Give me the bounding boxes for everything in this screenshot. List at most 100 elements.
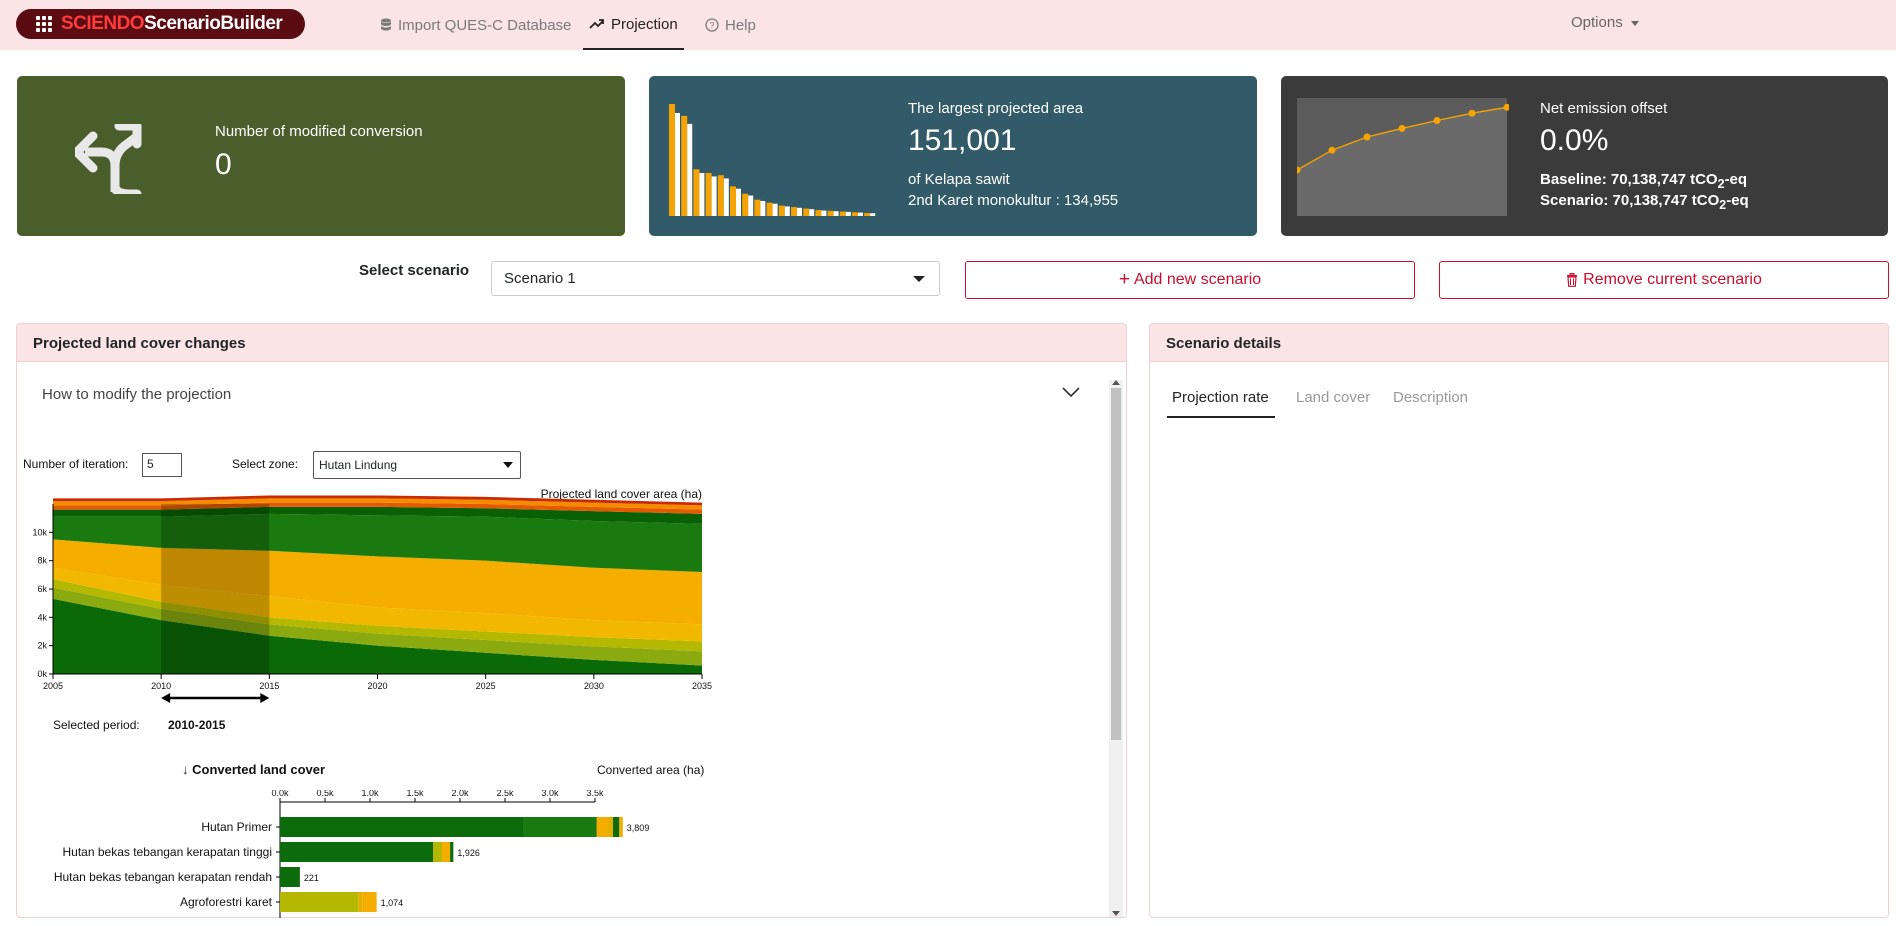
- split-arrow-icon: [75, 124, 142, 194]
- mini-bar: [833, 211, 839, 216]
- tab-land-cover[interactable]: Land cover: [1296, 389, 1370, 406]
- largest-area-label: The largest projected area: [908, 100, 1084, 117]
- bar-category-label: Hutan bekas tebangan kerapatan rendah: [54, 870, 272, 884]
- nav-import-label: Import QUES-C Database: [398, 16, 572, 34]
- tab-projection-rate[interactable]: Projection rate: [1172, 389, 1269, 406]
- how-to-modify-accordion[interactable]: How to modify the projection: [42, 386, 231, 403]
- converted-area-chart[interactable]: 0.0k 0.5k 1.0k 1.5k 2.0k 2.5k 3.0k 3.5k Hutan P…: [20, 790, 700, 918]
- area-x-tick-label: 2015: [259, 681, 279, 691]
- converted-area-title: Converted area (ha): [597, 763, 705, 777]
- projected-landcover-title: Projected land cover changes: [17, 324, 1126, 362]
- remove-scenario-button[interactable]: Remove current scenario: [1439, 261, 1889, 299]
- bar-x-tick-label: 3.0k: [541, 790, 559, 798]
- net-emission-label: Net emission offset: [1540, 100, 1668, 117]
- add-scenario-button[interactable]: + Add new scenario: [965, 261, 1415, 299]
- mini-bar: [845, 211, 851, 216]
- question-circle-icon: ?: [705, 18, 719, 32]
- mini-bar: [797, 207, 802, 216]
- area-x-tick-label: 2030: [584, 681, 604, 691]
- mini-bar: [791, 207, 797, 216]
- bar-category-label: Agroforestri karet: [180, 895, 273, 909]
- mini-bar: [711, 176, 717, 216]
- eq-suffix: -eq: [1726, 192, 1749, 209]
- period-handle-left: [161, 693, 171, 703]
- database-icon: [381, 18, 391, 31]
- bar-x-tick-label: 0.0k: [271, 790, 289, 798]
- scenario-selected-value: Scenario 1: [504, 270, 576, 287]
- bar-total-label: 1,926: [457, 848, 480, 858]
- scenario-select[interactable]: Scenario 1: [491, 261, 940, 296]
- mini-bar: [772, 203, 778, 216]
- tab-description[interactable]: Description: [1393, 389, 1468, 406]
- trending-up-icon: [589, 19, 604, 29]
- bar-segment: [358, 892, 363, 912]
- mini-bar: [730, 186, 736, 216]
- area-x-tick-label: 2020: [367, 681, 387, 691]
- bar-segment: [442, 842, 451, 862]
- bar-total-label: 3,809: [627, 823, 650, 833]
- nav-help[interactable]: ? Help: [705, 0, 756, 50]
- area-y-tick-label: 10k: [32, 527, 47, 537]
- eq-suffix: -eq: [1724, 171, 1748, 188]
- bar-segment: [450, 842, 454, 862]
- area-x-tick-label: 2025: [476, 681, 496, 691]
- card-modified-conversion: Number of modified conversion 0: [17, 76, 625, 236]
- brand-name-part2: ScenarioBuilder: [144, 13, 283, 34]
- largest-area-mini-chart: [669, 104, 876, 216]
- panel-scrollbar[interactable]: [1109, 380, 1123, 917]
- options-dropdown[interactable]: Options: [1571, 14, 1639, 31]
- mini-line-point: [1328, 146, 1336, 154]
- mini-bar: [827, 210, 834, 216]
- scrollbar-thumb[interactable]: [1111, 388, 1121, 740]
- brand-name-part1: SCIENDO: [61, 13, 145, 34]
- mini-bar: [687, 123, 693, 216]
- scenario-details-panel: Scenario details: [1149, 323, 1889, 918]
- bar-segment: [362, 892, 377, 912]
- mini-line-point: [1363, 133, 1371, 141]
- nav-import-database[interactable]: Import QUES-C Database: [380, 0, 571, 50]
- bar-segment: [523, 817, 597, 837]
- caret-down-icon: [913, 276, 925, 282]
- chevron-down-icon[interactable]: [1062, 387, 1080, 398]
- select-scenario-label: Select scenario: [359, 262, 470, 279]
- co2-subscript: 2: [1717, 177, 1725, 191]
- bar-segment: [280, 817, 523, 837]
- bar-x-tick-label: 0.5k: [316, 790, 334, 798]
- scroll-up-arrow[interactable]: [1112, 380, 1120, 385]
- bar-category-label: Hutan Primer: [201, 820, 272, 834]
- mini-bar: [723, 178, 729, 216]
- mini-bar: [748, 195, 754, 216]
- zone-select[interactable]: Hutan Lindung: [313, 451, 521, 479]
- caret-down-icon: [503, 462, 513, 468]
- selected-period-value: 2010-2015: [168, 718, 226, 732]
- emission-mini-chart: [1297, 98, 1509, 216]
- bar-x-tick-label: 3.5k: [586, 790, 604, 798]
- nav-projection[interactable]: Projection: [583, 0, 684, 50]
- app-logo[interactable]: SCIENDO ScenarioBuilder: [16, 9, 305, 39]
- selected-period-label: Selected period:: [53, 718, 140, 732]
- bar-segment: [608, 817, 613, 837]
- iteration-input[interactable]: 5: [142, 453, 182, 477]
- scenario-emission: Scenario: 70,138,747 tCO2-eq: [1540, 190, 1749, 216]
- active-tab-indicator: [1167, 416, 1275, 418]
- converted-landcover-title[interactable]: ↓ Converted land cover: [182, 762, 325, 777]
- area-y-tick-label: 6k: [37, 584, 47, 594]
- net-emission-value: 0.0%: [1540, 124, 1609, 157]
- modified-conversion-value: 0: [215, 148, 232, 181]
- bar-segment: [613, 817, 620, 837]
- scenario-details-title: Scenario details: [1150, 324, 1888, 362]
- bar-segment: [596, 817, 609, 837]
- bar-segment: [619, 817, 623, 837]
- card-net-emission: Net emission offset 0.0% Baseline: 70,13…: [1281, 76, 1888, 236]
- projected-area-chart[interactable]: Projected land cover area (ha) 0k 2k 4k 6k 8…: [20, 485, 735, 705]
- mini-line-point: [1398, 124, 1406, 132]
- trash-icon: [1567, 273, 1578, 287]
- largest-area-landcover: of Kelapa sawit: [908, 171, 1010, 188]
- bar-x-tick-label: 2.5k: [496, 790, 514, 798]
- nav-help-label: Help: [725, 16, 756, 34]
- area-x-tick-label: 2010: [151, 681, 171, 691]
- scroll-down-arrow[interactable]: [1112, 911, 1120, 916]
- zone-label: Select zone:: [232, 457, 299, 471]
- bar-category-label: Hutan bekas tebangan kerapatan tinggi: [63, 845, 273, 859]
- caret-down-icon: [1630, 20, 1639, 26]
